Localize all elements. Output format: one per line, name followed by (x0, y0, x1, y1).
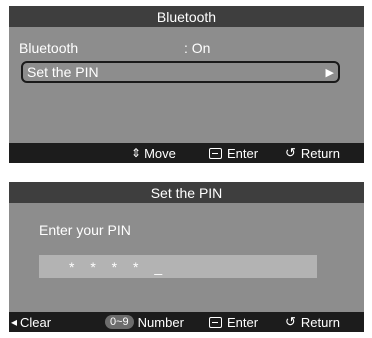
enter-hint: Enter (209, 143, 258, 163)
return-label: Return (300, 314, 340, 330)
number-hint: 0~9 Number (105, 312, 184, 332)
up-down-icon: ⇕ (131, 146, 142, 160)
set-pin-title: Set the PIN (9, 182, 364, 203)
pin-input[interactable]: * * * * _ (39, 255, 317, 278)
move-label: Move (144, 145, 176, 161)
set-pin-footer: ◂ Clear 0~9 Number Enter ↺ Return (9, 312, 364, 332)
menu-item-label: Bluetooth (19, 40, 79, 56)
return-hint: ↺ Return (285, 143, 340, 163)
enter-icon (209, 316, 222, 328)
number-label: Number (137, 314, 184, 330)
menu-item-value: : On (184, 40, 211, 56)
menu-item-bluetooth[interactable]: Bluetooth : On (13, 37, 360, 59)
clear-label: Clear (20, 314, 52, 330)
move-hint: ⇕ Move (131, 143, 176, 163)
return-icon: ↺ (285, 314, 296, 329)
bluetooth-menu-panel: Bluetooth Bluetooth : On Set the PIN ▶ ⇕… (9, 6, 364, 163)
number-badge: 0~9 (105, 315, 134, 329)
bluetooth-menu-title: Bluetooth (9, 6, 364, 27)
menu-item-label: Set the PIN (27, 64, 99, 80)
pin-prompt: Enter your PIN (39, 222, 131, 238)
enter-hint: Enter (209, 312, 258, 332)
set-pin-panel: Set the PIN Enter your PIN * * * * _ ◂ C… (9, 182, 364, 332)
enter-label: Enter (227, 314, 259, 330)
menu-item-set-the-pin[interactable]: Set the PIN ▶ (21, 61, 340, 83)
left-arrow-icon: ◂ (11, 315, 18, 329)
enter-label: Enter (227, 145, 259, 161)
return-label: Return (300, 145, 340, 161)
bluetooth-menu-footer: ⇕ Move Enter ↺ Return (9, 143, 364, 163)
return-icon: ↺ (285, 145, 296, 160)
clear-hint: ◂ Clear (11, 312, 51, 332)
return-hint: ↺ Return (285, 312, 340, 332)
chevron-right-icon: ▶ (325, 66, 334, 79)
enter-icon (209, 147, 222, 159)
